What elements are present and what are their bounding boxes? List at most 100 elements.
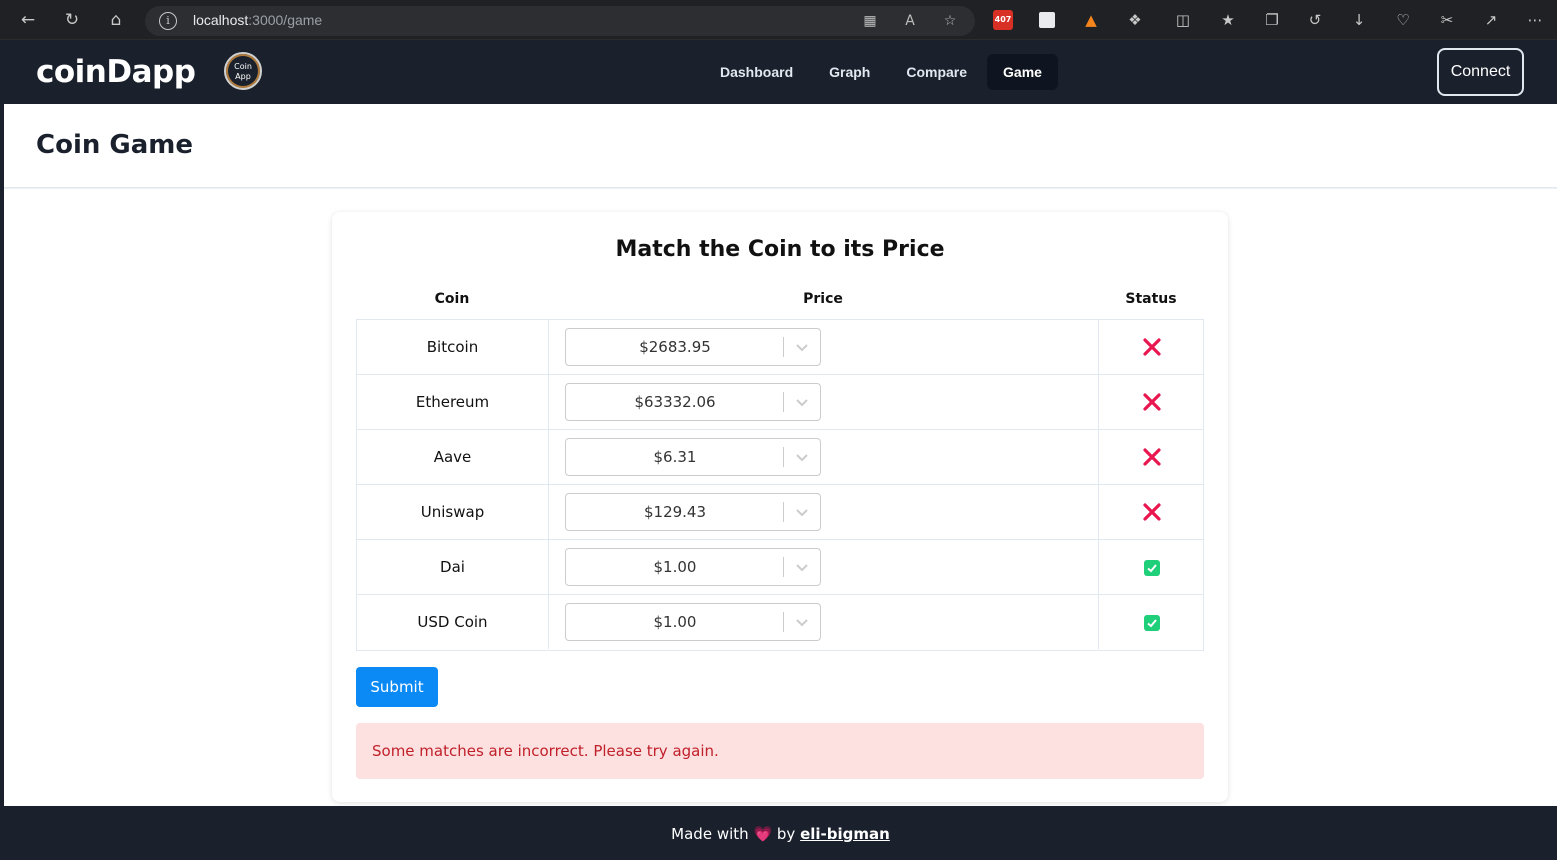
select-separator bbox=[783, 502, 784, 522]
logo-text-top: Coin bbox=[234, 62, 252, 71]
select-separator bbox=[783, 612, 784, 632]
coin-name: Dai bbox=[357, 540, 549, 594]
submit-button[interactable]: Submit bbox=[356, 667, 438, 707]
coin-name: Bitcoin bbox=[357, 320, 549, 374]
split-screen-icon[interactable]: ◫ bbox=[1173, 10, 1193, 30]
refresh-icon[interactable]: ↻ bbox=[60, 8, 84, 32]
price-select[interactable]: $1.00 bbox=[565, 603, 821, 641]
download-icon[interactable]: ↓ bbox=[1349, 10, 1369, 30]
metamask-fox-icon[interactable]: ▲ bbox=[1081, 10, 1101, 30]
chevron-down-icon[interactable] bbox=[792, 502, 812, 522]
table-row: Bitcoin $2683.95 bbox=[357, 320, 1203, 375]
coin-name: Ethereum bbox=[357, 375, 549, 429]
select-separator bbox=[783, 337, 784, 357]
nav-dashboard[interactable]: Dashboard bbox=[704, 54, 809, 90]
price-select[interactable]: $2683.95 bbox=[565, 328, 821, 366]
url-text[interactable]: localhost:3000/game bbox=[193, 12, 322, 28]
status-cell bbox=[1099, 595, 1204, 649]
game-heading: Match the Coin to its Price bbox=[615, 237, 945, 262]
health-heart-icon[interactable]: ♡ bbox=[1393, 10, 1413, 30]
status-cell bbox=[1099, 540, 1204, 594]
match-table: Bitcoin $2683.95 Ethereum $63332.06 Aave… bbox=[356, 319, 1204, 651]
author-link[interactable]: eli-bigman bbox=[800, 825, 890, 843]
x-mark-icon bbox=[1143, 503, 1161, 521]
price-select-value: $63332.06 bbox=[634, 393, 716, 411]
coin-name: USD Coin bbox=[357, 595, 549, 649]
footer-made-with: Made with bbox=[671, 825, 749, 843]
coin-name: Aave bbox=[357, 430, 549, 484]
nav-graph[interactable]: Graph bbox=[813, 54, 886, 90]
more-menu-icon[interactable]: ⋯ bbox=[1525, 10, 1545, 30]
price-select-value: $129.43 bbox=[643, 503, 707, 521]
price-select[interactable]: $6.31 bbox=[565, 438, 821, 476]
screenshot-icon[interactable]: ✂ bbox=[1437, 10, 1457, 30]
error-alert: Some matches are incorrect. Please try a… bbox=[356, 723, 1204, 779]
app-viewport: coinDapp Coin App Dashboard Graph Compar… bbox=[4, 40, 1557, 860]
mail-extension-icon[interactable]: 407 bbox=[993, 10, 1013, 30]
share-icon[interactable]: ↗ bbox=[1481, 10, 1501, 30]
coin-name: Uniswap bbox=[357, 485, 549, 539]
select-separator bbox=[783, 392, 784, 412]
checkmark-icon bbox=[1144, 615, 1160, 631]
table-row: Dai $1.00 bbox=[357, 540, 1203, 595]
price-select-value: $1.00 bbox=[653, 558, 697, 576]
address-bar[interactable]: i localhost:3000/game ▦ A ☆ bbox=[145, 6, 975, 36]
price-select-value: $2683.95 bbox=[639, 338, 711, 356]
x-mark-icon bbox=[1143, 338, 1161, 356]
table-row: Ethereum $63332.06 bbox=[357, 375, 1203, 430]
chevron-down-icon[interactable] bbox=[792, 392, 812, 412]
chevron-down-icon[interactable] bbox=[792, 557, 812, 577]
column-header-coin: Coin bbox=[434, 291, 470, 307]
favorites-icon[interactable]: ★ bbox=[1218, 10, 1238, 30]
x-mark-icon bbox=[1143, 393, 1161, 411]
nav-compare[interactable]: Compare bbox=[890, 54, 983, 90]
price-cell: $63332.06 bbox=[549, 375, 1099, 429]
site-info-icon[interactable]: i bbox=[159, 12, 177, 30]
column-header-price: Price bbox=[803, 291, 843, 307]
read-aloud-icon[interactable]: A bbox=[901, 12, 919, 30]
home-icon[interactable]: ⌂ bbox=[104, 8, 128, 32]
price-cell: $2683.95 bbox=[549, 320, 1099, 374]
history-icon[interactable]: ↺ bbox=[1305, 10, 1325, 30]
game-card: Match the Coin to its Price Coin Price S… bbox=[332, 212, 1228, 802]
status-cell bbox=[1099, 320, 1204, 374]
nav-links: Dashboard Graph Compare Game bbox=[704, 54, 1058, 90]
price-select[interactable]: $63332.06 bbox=[565, 383, 821, 421]
qr-code-icon[interactable] bbox=[1039, 12, 1055, 28]
price-cell: $1.00 bbox=[549, 595, 1099, 649]
back-arrow-icon[interactable]: ← bbox=[16, 8, 40, 32]
table-row: Uniswap $129.43 bbox=[357, 485, 1203, 540]
app-available-icon[interactable]: ▦ bbox=[861, 12, 879, 30]
connect-button[interactable]: Connect bbox=[1437, 48, 1524, 96]
logo-text-bottom: App bbox=[235, 72, 251, 81]
checkmark-icon bbox=[1144, 560, 1160, 576]
price-select[interactable]: $1.00 bbox=[565, 548, 821, 586]
column-header-status: Status bbox=[1125, 291, 1177, 307]
chevron-down-icon[interactable] bbox=[792, 337, 812, 357]
footer-by: by bbox=[776, 825, 796, 843]
extensions-puzzle-icon[interactable]: ❖ bbox=[1125, 10, 1145, 30]
heart-icon: 💗 bbox=[753, 825, 773, 843]
status-cell bbox=[1099, 375, 1204, 429]
table-header: Coin Price Status bbox=[356, 289, 1204, 319]
nav-game[interactable]: Game bbox=[987, 54, 1058, 90]
favorite-star-icon[interactable]: ☆ bbox=[941, 12, 959, 30]
main-content: Match the Coin to its Price Coin Price S… bbox=[4, 189, 1557, 806]
collections-icon[interactable]: ❐ bbox=[1262, 10, 1282, 30]
coin-app-logo: Coin App bbox=[224, 52, 262, 90]
x-mark-icon bbox=[1143, 448, 1161, 466]
select-separator bbox=[783, 557, 784, 577]
select-separator bbox=[783, 447, 784, 467]
price-cell: $6.31 bbox=[549, 430, 1099, 484]
chevron-down-icon[interactable] bbox=[792, 612, 812, 632]
price-cell: $1.00 bbox=[549, 540, 1099, 594]
chevron-down-icon[interactable] bbox=[792, 447, 812, 467]
price-cell: $129.43 bbox=[549, 485, 1099, 539]
table-row: USD Coin $1.00 bbox=[357, 595, 1203, 650]
price-select-value: $1.00 bbox=[653, 613, 697, 631]
status-cell bbox=[1099, 485, 1204, 539]
brand-name[interactable]: coinDapp bbox=[36, 54, 196, 90]
price-select[interactable]: $129.43 bbox=[565, 493, 821, 531]
browser-toolbar: ← ↻ ⌂ i localhost:3000/game ▦ A ☆ 407 ▲ … bbox=[0, 0, 1557, 40]
top-navbar: coinDapp Coin App Dashboard Graph Compar… bbox=[4, 40, 1557, 104]
